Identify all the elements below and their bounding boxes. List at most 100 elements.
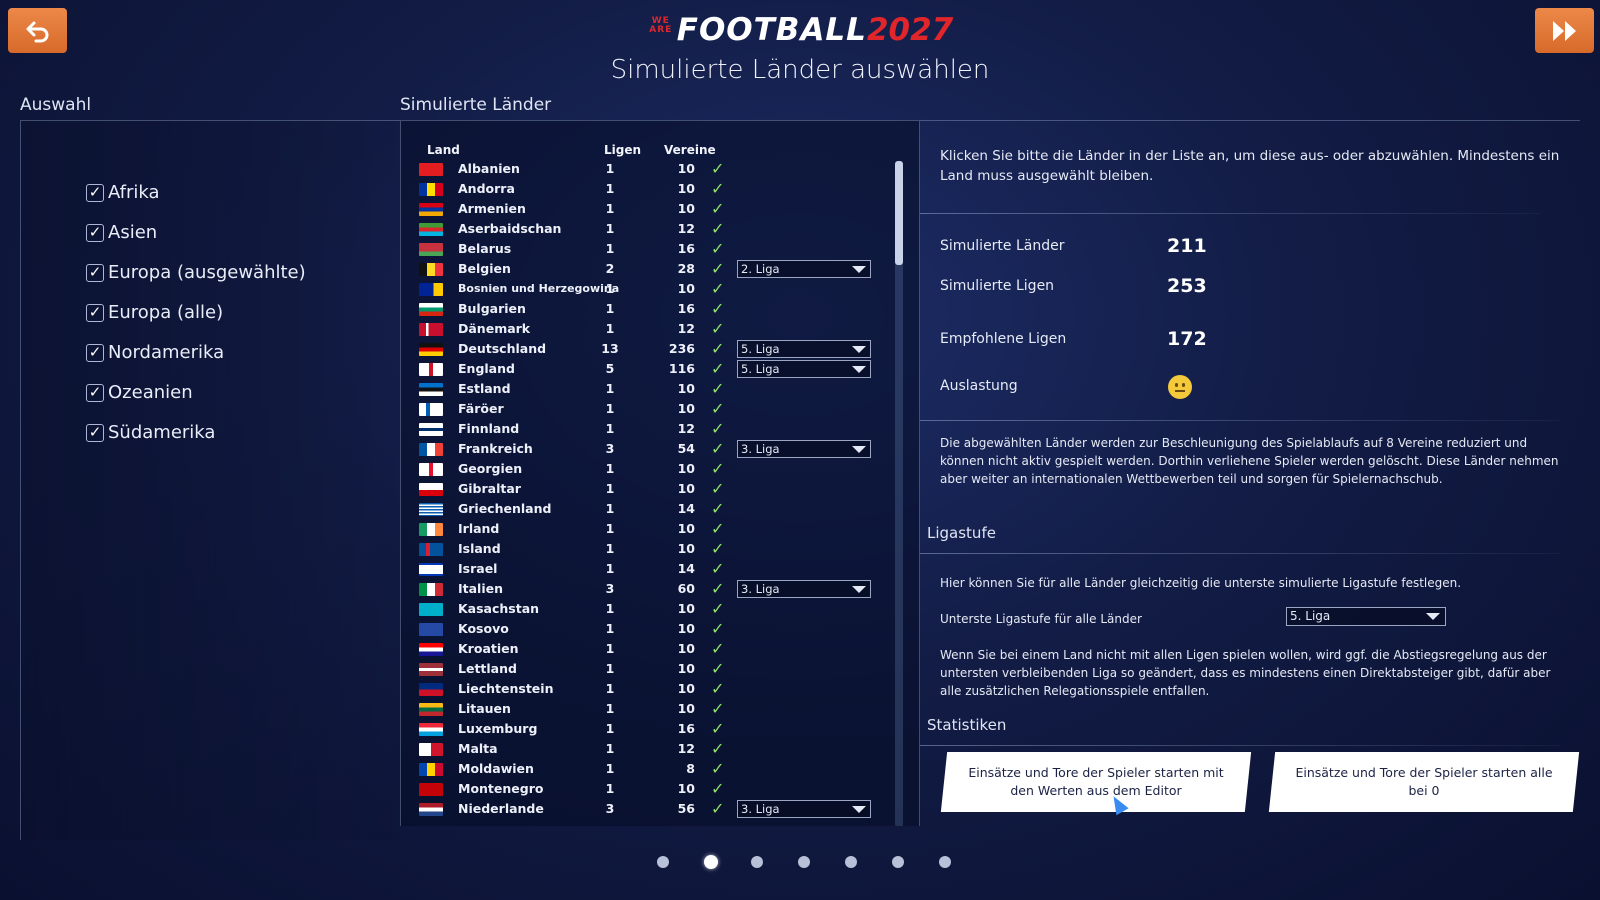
check-icon[interactable]: ✓ — [711, 279, 724, 298]
country-row[interactable]: Island 1 10 ✓ — [415, 539, 885, 559]
country-row[interactable]: Malta 1 12 ✓ — [415, 739, 885, 759]
check-icon[interactable]: ✓ — [711, 559, 724, 578]
country-row[interactable]: Bosnien und Herzegowina 1 10 ✓ — [415, 279, 885, 299]
check-icon[interactable]: ✓ — [711, 659, 724, 678]
page-dot[interactable] — [939, 856, 951, 868]
country-row[interactable]: Estland 1 10 ✓ — [415, 379, 885, 399]
check-icon[interactable]: ✓ — [711, 259, 724, 278]
check-icon[interactable]: ✓ — [711, 679, 724, 698]
check-icon[interactable]: ✓ — [711, 719, 724, 738]
check-icon[interactable]: ✓ — [711, 199, 724, 218]
page-dot[interactable] — [892, 856, 904, 868]
region-ozeanien[interactable]: ✓ Ozeanien — [86, 382, 193, 403]
country-row[interactable]: Israel 1 14 ✓ — [415, 559, 885, 579]
country-row[interactable]: Belgien 2 28 ✓ 2. Liga — [415, 259, 885, 279]
check-icon[interactable]: ✓ — [711, 359, 724, 378]
country-row[interactable]: Griechenland 1 14 ✓ — [415, 499, 885, 519]
country-row[interactable]: Kasachstan 1 10 ✓ — [415, 599, 885, 619]
checkbox-checked-icon[interactable]: ✓ — [86, 263, 104, 282]
league-level-dropdown[interactable]: 2. Liga — [737, 260, 871, 278]
page-dot[interactable] — [704, 855, 718, 869]
league-level-dropdown[interactable]: 3. Liga — [737, 800, 871, 818]
page-dot[interactable] — [845, 856, 857, 868]
column-header-land: Land — [427, 143, 460, 157]
checkbox-checked-icon[interactable]: ✓ — [86, 303, 104, 322]
check-icon[interactable]: ✓ — [711, 699, 724, 718]
check-icon[interactable]: ✓ — [711, 179, 724, 198]
page-dot[interactable] — [657, 856, 669, 868]
country-row[interactable]: Bulgarien 1 16 ✓ — [415, 299, 885, 319]
country-row[interactable]: Gibraltar 1 10 ✓ — [415, 479, 885, 499]
league-level-dropdown[interactable]: 5. Liga — [737, 340, 871, 358]
check-icon[interactable]: ✓ — [711, 739, 724, 758]
checkbox-checked-icon[interactable]: ✓ — [86, 383, 104, 402]
check-icon[interactable]: ✓ — [711, 399, 724, 418]
league-level-dropdown[interactable]: 3. Liga — [737, 440, 871, 458]
check-icon[interactable]: ✓ — [711, 319, 724, 338]
check-icon[interactable]: ✓ — [711, 579, 724, 598]
league-level-dropdown[interactable]: 3. Liga — [737, 580, 871, 598]
check-icon[interactable]: ✓ — [711, 499, 724, 518]
country-row[interactable]: Liechtenstein 1 10 ✓ — [415, 679, 885, 699]
country-row[interactable]: Belarus 1 16 ✓ — [415, 239, 885, 259]
country-row[interactable]: Luxemburg 1 16 ✓ — [415, 719, 885, 739]
country-row[interactable]: Albanien 1 10 ✓ — [415, 159, 885, 179]
country-row[interactable]: Litauen 1 10 ✓ — [415, 699, 885, 719]
stats-start-zero-button[interactable]: Einsätze und Tore der Spieler starten al… — [1268, 752, 1580, 812]
checkbox-checked-icon[interactable]: ✓ — [86, 223, 104, 242]
check-icon[interactable]: ✓ — [711, 479, 724, 498]
check-icon[interactable]: ✓ — [711, 239, 724, 258]
check-icon[interactable]: ✓ — [711, 619, 724, 638]
checkbox-checked-icon[interactable]: ✓ — [86, 183, 104, 202]
page-dot[interactable] — [798, 856, 810, 868]
country-row[interactable]: Aserbaidschan 1 12 ✓ — [415, 219, 885, 239]
list-scrollbar[interactable] — [895, 161, 903, 826]
country-row[interactable]: Andorra 1 10 ✓ — [415, 179, 885, 199]
check-icon[interactable]: ✓ — [711, 459, 724, 478]
league-level-dropdown[interactable]: 5. Liga — [737, 360, 871, 378]
region-nordamerika[interactable]: ✓ Nordamerika — [86, 342, 224, 363]
checkbox-checked-icon[interactable]: ✓ — [86, 423, 104, 442]
country-row[interactable]: Irland 1 10 ✓ — [415, 519, 885, 539]
country-row[interactable]: Italien 3 60 ✓ 3. Liga — [415, 579, 885, 599]
country-flag-icon — [419, 503, 443, 516]
check-icon[interactable]: ✓ — [711, 159, 724, 178]
check-icon[interactable]: ✓ — [711, 539, 724, 558]
country-row[interactable]: Kosovo 1 10 ✓ — [415, 619, 885, 639]
country-row[interactable]: Frankreich 3 54 ✓ 3. Liga — [415, 439, 885, 459]
region-suedamerika[interactable]: ✓ Südamerika — [86, 422, 215, 443]
country-row[interactable]: Niederlande 3 56 ✓ 3. Liga — [415, 799, 885, 819]
ligastufe-dropdown[interactable]: 5. Liga — [1286, 607, 1446, 626]
check-icon[interactable]: ✓ — [711, 519, 724, 538]
region-afrika[interactable]: ✓ Afrika — [86, 182, 160, 203]
check-icon[interactable]: ✓ — [711, 799, 724, 818]
check-icon[interactable]: ✓ — [711, 759, 724, 778]
check-icon[interactable]: ✓ — [711, 339, 724, 358]
scrollbar-thumb[interactable] — [895, 161, 903, 265]
country-row[interactable]: Färöer 1 10 ✓ — [415, 399, 885, 419]
region-asien[interactable]: ✓ Asien — [86, 222, 157, 243]
check-icon[interactable]: ✓ — [711, 379, 724, 398]
country-row[interactable]: Lettland 1 10 ✓ — [415, 659, 885, 679]
check-icon[interactable]: ✓ — [711, 439, 724, 458]
checkbox-checked-icon[interactable]: ✓ — [86, 343, 104, 362]
region-europa-alle[interactable]: ✓ Europa (alle) — [86, 302, 223, 323]
country-row[interactable]: Georgien 1 10 ✓ — [415, 459, 885, 479]
country-row[interactable]: Moldawien 1 8 ✓ — [415, 759, 885, 779]
country-row[interactable]: Deutschland 13 236 ✓ 5. Liga — [415, 339, 885, 359]
country-row[interactable]: Kroatien 1 10 ✓ — [415, 639, 885, 659]
country-row[interactable]: Montenegro 1 10 ✓ — [415, 779, 885, 799]
check-icon[interactable]: ✓ — [711, 599, 724, 618]
check-icon[interactable]: ✓ — [711, 639, 724, 658]
country-row[interactable]: England 5 116 ✓ 5. Liga — [415, 359, 885, 379]
check-icon[interactable]: ✓ — [711, 299, 724, 318]
country-row[interactable]: Finnland 1 12 ✓ — [415, 419, 885, 439]
stats-from-editor-button[interactable]: Einsätze und Tore der Spieler starten mi… — [940, 752, 1252, 812]
check-icon[interactable]: ✓ — [711, 219, 724, 238]
region-europa-ausgewaehlte[interactable]: ✓ Europa (ausgewählte) — [86, 262, 306, 283]
check-icon[interactable]: ✓ — [711, 779, 724, 798]
check-icon[interactable]: ✓ — [711, 419, 724, 438]
country-row[interactable]: Armenien 1 10 ✓ — [415, 199, 885, 219]
page-dot[interactable] — [751, 856, 763, 868]
country-row[interactable]: Dänemark 1 12 ✓ — [415, 319, 885, 339]
